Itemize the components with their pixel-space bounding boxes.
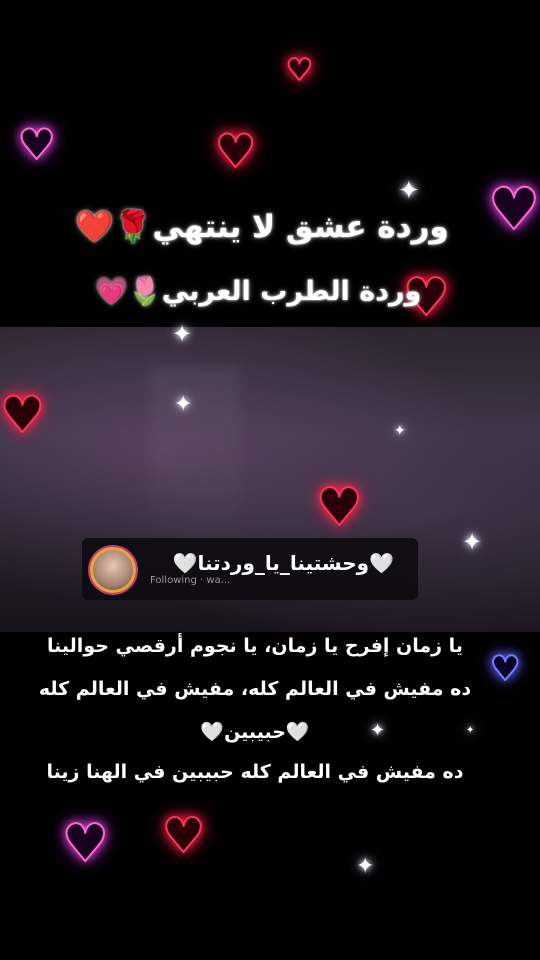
title-line-2: وردة الطرب العربي🌷💗	[0, 275, 528, 307]
sparkle-icon: ✦	[394, 423, 406, 439]
comment-text: 🤍وحشتينا_يا_وردتنا🤍	[172, 551, 394, 575]
title-line-1-text: وردة عشق لا ينتهي	[152, 209, 449, 245]
sparkle-icon: ✦	[356, 854, 375, 879]
sparkle-icon: ✦	[462, 528, 483, 556]
avatar[interactable]	[90, 547, 136, 593]
lyrics-line-4: ده مفيش في العالم كله حبيبين في الهنا زي…	[46, 761, 464, 783]
neon-heart-icon: ♥	[315, 478, 364, 538]
lyrics-line-2: ده مفيش في العالم كله، مفيش في العالم كل…	[38, 678, 472, 700]
tulip-heart-emoji-icon: 🌷💗	[94, 276, 162, 307]
neon-heart-icon: ♥	[161, 808, 206, 864]
neon-heart-icon: ♥	[285, 53, 314, 88]
comment-meta: Following · wa...	[150, 575, 231, 586]
rose-heart-emoji-icon: 🌹❤️	[75, 209, 153, 245]
neon-heart-icon: ♥	[0, 386, 46, 444]
neon-heart-icon: ♥	[214, 124, 257, 178]
lyrics-line-3: 🤍حبيبين🤍	[200, 721, 310, 743]
sparkle-icon: ✦	[174, 392, 193, 417]
sparkle-icon: ✦	[172, 320, 193, 348]
neon-heart-icon: ♥	[17, 120, 57, 169]
lyrics-line-1: يا زمان إفرح يا زمان، يا نجوم أرقصي حوال…	[47, 635, 463, 657]
sparkle-icon: ✦	[398, 176, 420, 206]
title-line-2-text: وردة الطرب العربي	[161, 276, 422, 307]
neon-heart-icon: ♥	[61, 814, 110, 874]
title-line-1: وردة عشق لا ينتهي🌹❤️	[0, 208, 532, 245]
